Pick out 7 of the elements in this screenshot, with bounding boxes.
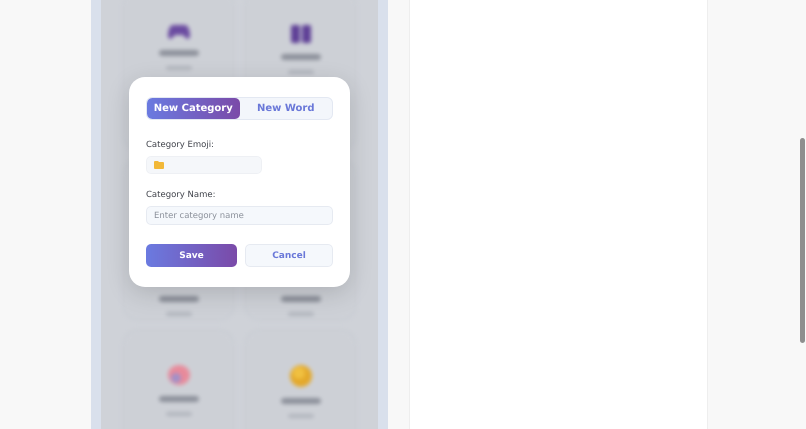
save-button[interactable]: Save: [146, 244, 237, 267]
field-label: Category Name:: [146, 190, 216, 200]
cancel-button[interactable]: Cancel: [245, 244, 333, 267]
field-label: Category Emoji:: [146, 140, 215, 150]
tab[interactable]: New Category: [147, 98, 240, 119]
name-input[interactable]: Enter category name: [146, 206, 333, 225]
tab[interactable]: New Word: [240, 98, 332, 119]
